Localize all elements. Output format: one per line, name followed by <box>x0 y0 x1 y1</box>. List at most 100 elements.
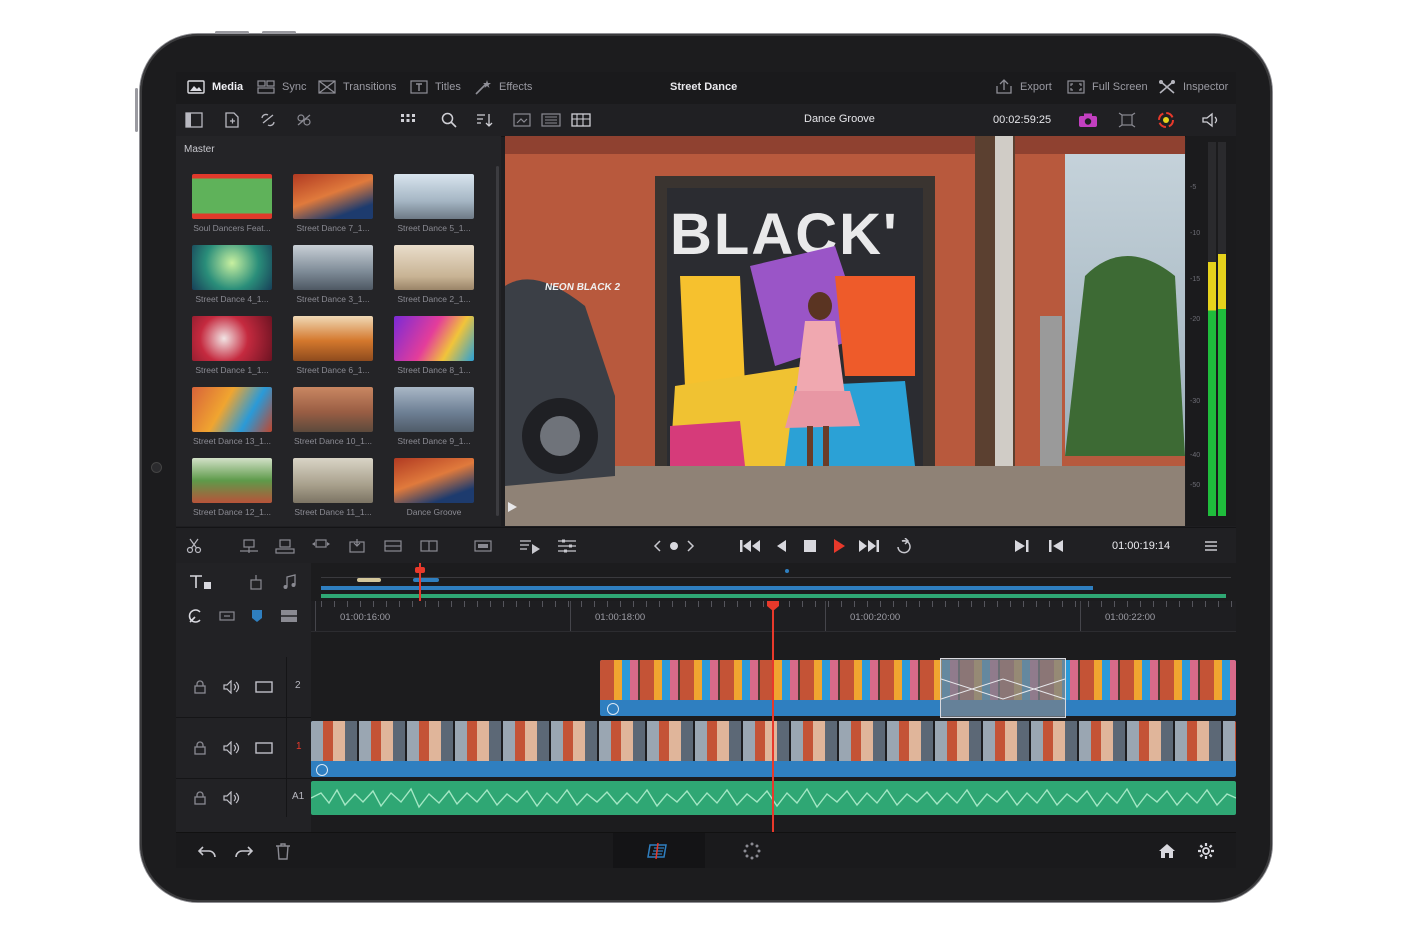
add-marker-icon[interactable] <box>248 607 266 625</box>
lock-icon[interactable] <box>192 678 208 696</box>
page-cut[interactable] <box>613 833 705 868</box>
timeline-clip-v2[interactable] <box>600 660 1236 716</box>
clip-thumbnail[interactable] <box>293 387 373 432</box>
menu-icon[interactable] <box>1202 537 1220 555</box>
video-viewer[interactable]: BLACK' NEON BLACK 2 <box>505 136 1185 526</box>
color-page-icon[interactable] <box>741 841 763 861</box>
tab-effects[interactable]: Effects <box>473 78 532 96</box>
clip-thumbnail[interactable] <box>293 174 373 219</box>
relink-icon[interactable] <box>258 111 278 129</box>
fit-to-fill-icon[interactable] <box>472 537 494 555</box>
go-to-start-icon[interactable] <box>738 537 762 555</box>
previous-edit-icon[interactable] <box>1046 537 1066 555</box>
clip-thumbnail[interactable] <box>394 245 474 290</box>
timeline-toggles <box>176 601 311 632</box>
transform-icon[interactable] <box>1116 111 1138 129</box>
place-on-top-icon[interactable] <box>346 537 368 555</box>
titles-icon <box>410 80 428 94</box>
overview-marker[interactable] <box>785 569 789 573</box>
trash-icon[interactable] <box>273 841 293 861</box>
clip-retime-icon[interactable] <box>316 764 328 776</box>
go-to-end-icon[interactable] <box>857 537 881 555</box>
unlink-icon[interactable] <box>294 111 314 129</box>
camera-capture-icon[interactable] <box>1077 111 1099 129</box>
speaker-icon[interactable] <box>222 789 242 807</box>
grid-view-icon[interactable] <box>398 111 418 129</box>
clip-thumbnail[interactable] <box>394 458 474 503</box>
overview-audio-track <box>321 594 1226 598</box>
snapping-icon[interactable] <box>186 607 204 625</box>
viewer-clip-name[interactable]: Dance Groove <box>804 113 875 125</box>
redo-icon[interactable] <box>233 841 255 861</box>
loop-icon[interactable] <box>893 537 915 555</box>
stop-icon[interactable] <box>801 537 819 555</box>
media-pool-scrollbar[interactable] <box>496 166 499 516</box>
speaker-icon[interactable] <box>222 678 242 696</box>
tab-sync[interactable]: Sync <box>256 78 306 96</box>
search-icon[interactable] <box>439 111 459 129</box>
tape-viewer-icon[interactable] <box>540 111 562 129</box>
speaker-icon[interactable] <box>222 739 242 757</box>
import-media-icon[interactable] <box>222 111 242 129</box>
settings-gear-icon[interactable] <box>1195 841 1217 861</box>
sort-icon[interactable] <box>474 111 494 129</box>
clip-thumbnail[interactable] <box>293 458 373 503</box>
clip-thumbnail[interactable] <box>293 245 373 290</box>
clip-thumbnail[interactable] <box>394 174 474 219</box>
clip-thumbnail[interactable] <box>192 387 272 432</box>
insert-clip-icon[interactable] <box>238 537 260 555</box>
transition-cross-dissolve[interactable] <box>940 658 1066 718</box>
append-clip-icon[interactable] <box>382 537 404 555</box>
clip-thumbnail[interactable] <box>192 245 272 290</box>
bin-name[interactable]: Master <box>184 144 215 155</box>
clip-label: Dance Groove <box>406 507 462 517</box>
speaker-icon[interactable] <box>1200 111 1222 129</box>
ripple-overwrite-icon[interactable] <box>418 537 440 555</box>
export-button[interactable]: Export <box>994 78 1052 96</box>
monitor-icon[interactable] <box>254 678 274 696</box>
clip-settings-icon[interactable] <box>556 537 578 555</box>
play-icon[interactable] <box>830 537 848 555</box>
timeline-overview[interactable] <box>321 563 1236 601</box>
undo-icon[interactable] <box>196 841 218 861</box>
home-icon[interactable] <box>1156 841 1178 861</box>
clip-retime-icon[interactable] <box>607 703 619 715</box>
color-wheel-icon[interactable] <box>1155 111 1177 129</box>
play-reverse-icon[interactable] <box>772 537 790 555</box>
lock-icon[interactable] <box>192 789 208 807</box>
razor-icon[interactable] <box>184 537 204 555</box>
tab-media[interactable]: Media <box>186 78 243 96</box>
timeline-viewer-icon[interactable] <box>570 111 592 129</box>
linked-selection-icon[interactable] <box>218 607 236 625</box>
clip-thumbnail[interactable] <box>192 316 272 361</box>
fullscreen-button[interactable]: Full Screen <box>1066 78 1148 96</box>
audio-note-icon[interactable] <box>279 573 299 591</box>
transitions-icon <box>318 80 336 94</box>
timeline-playhead[interactable] <box>772 607 774 833</box>
source-viewer-icon[interactable] <box>512 111 532 129</box>
track-height-icon[interactable] <box>279 607 299 625</box>
overwrite-clip-icon[interactable] <box>274 537 296 555</box>
monitor-icon[interactable] <box>254 739 274 757</box>
sidebar-toggle-icon[interactable] <box>184 111 204 129</box>
next-edit-icon[interactable] <box>1012 537 1032 555</box>
marker-dot-icon[interactable] <box>667 537 681 555</box>
previous-marker-icon[interactable] <box>650 537 664 555</box>
clip-thumbnail[interactable] <box>192 174 272 219</box>
tab-label: Titles <box>435 81 461 93</box>
tab-transitions[interactable]: Transitions <box>317 78 396 96</box>
media-icon <box>187 80 205 94</box>
detach-audio-icon[interactable] <box>246 573 266 591</box>
title-tool-icon[interactable] <box>188 573 214 591</box>
overview-playhead-handle[interactable] <box>415 567 425 573</box>
replace-clip-icon[interactable] <box>310 537 332 555</box>
next-marker-icon[interactable] <box>684 537 698 555</box>
source-tape-icon[interactable] <box>518 537 542 555</box>
clip-thumbnail[interactable] <box>293 316 373 361</box>
inspector-button[interactable]: Inspector <box>1157 78 1228 96</box>
clip-thumbnail[interactable] <box>394 316 474 361</box>
clip-thumbnail[interactable] <box>192 458 272 503</box>
clip-thumbnail[interactable] <box>394 387 474 432</box>
tab-titles[interactable]: Titles <box>409 78 461 96</box>
lock-icon[interactable] <box>192 739 208 757</box>
